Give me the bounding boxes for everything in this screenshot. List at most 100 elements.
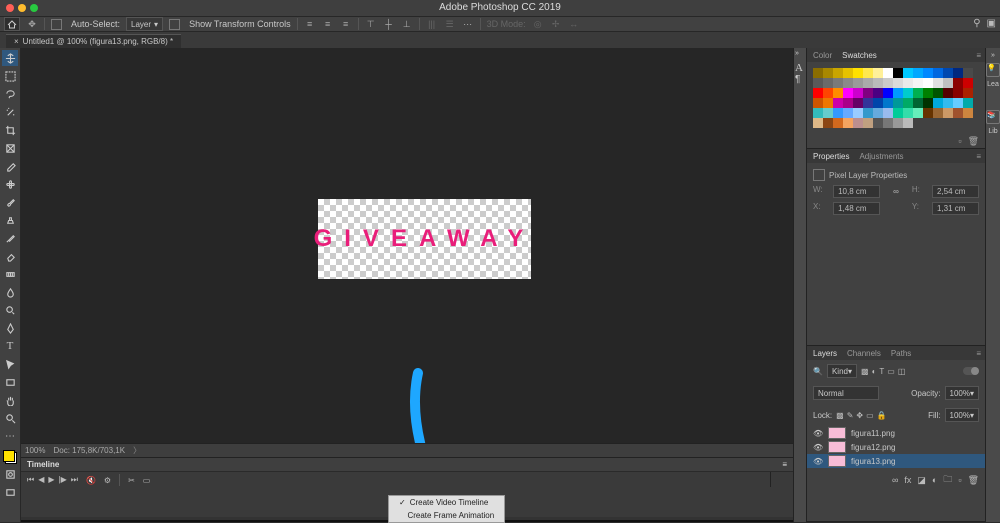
auto-select-dropdown[interactable]: Layer▾: [126, 17, 163, 31]
dodge-tool[interactable]: [2, 302, 18, 318]
opacity-field[interactable]: 100% ▾: [945, 386, 979, 400]
layer-row[interactable]: 👁figura13.png: [807, 454, 985, 468]
paragraph-panel-icon[interactable]: ¶: [795, 74, 805, 84]
swatch[interactable]: [883, 98, 893, 108]
magic-wand-tool[interactable]: [2, 104, 18, 120]
zoom-level[interactable]: 100%: [25, 446, 45, 455]
properties-tab[interactable]: Properties: [813, 152, 849, 161]
swatch[interactable]: [963, 98, 973, 108]
lock-all-icon[interactable]: ▩: [836, 411, 844, 420]
layer-row[interactable]: 👁figura12.png: [807, 440, 985, 454]
swatch[interactable]: [843, 78, 853, 88]
swatch[interactable]: [953, 98, 963, 108]
swatch[interactable]: [833, 78, 843, 88]
swatch[interactable]: [873, 108, 883, 118]
align-bottom-icon[interactable]: ⊥: [401, 18, 413, 30]
swatch[interactable]: [823, 98, 833, 108]
layer-style-icon[interactable]: fx: [904, 475, 911, 485]
align-right-icon[interactable]: ≡: [340, 18, 352, 30]
swatch[interactable]: [903, 78, 913, 88]
swatch[interactable]: [873, 68, 883, 78]
swatch[interactable]: [823, 68, 833, 78]
swatch[interactable]: [833, 88, 843, 98]
swatch[interactable]: [813, 108, 823, 118]
swatch[interactable]: [953, 68, 963, 78]
swatch[interactable]: [873, 88, 883, 98]
distribute-v-icon[interactable]: ☰: [444, 18, 456, 30]
swatches-grid[interactable]: [807, 62, 985, 134]
visibility-icon[interactable]: 👁: [813, 443, 823, 452]
filter-toggle[interactable]: [963, 367, 979, 375]
swatch[interactable]: [893, 98, 903, 108]
close-window-dot[interactable]: [6, 4, 14, 12]
align-top-icon[interactable]: ⊤: [365, 18, 377, 30]
eraser-tool[interactable]: [2, 248, 18, 264]
swatch[interactable]: [963, 68, 973, 78]
blend-mode-dropdown[interactable]: Normal: [813, 386, 879, 400]
swatch[interactable]: [903, 88, 913, 98]
swatch[interactable]: [923, 108, 933, 118]
swatch[interactable]: [893, 118, 903, 128]
swatch[interactable]: [953, 88, 963, 98]
swatch[interactable]: [863, 108, 873, 118]
swatch[interactable]: [813, 68, 823, 78]
zoom-tool[interactable]: [2, 410, 18, 426]
split-icon[interactable]: ✂: [128, 476, 135, 485]
blur-tool[interactable]: [2, 284, 18, 300]
swatch[interactable]: [963, 88, 973, 98]
swatch[interactable]: [913, 98, 923, 108]
swatch[interactable]: [883, 118, 893, 128]
swatch[interactable]: [813, 88, 823, 98]
frame-tool[interactable]: [2, 140, 18, 156]
workspace-icon[interactable]: ▣: [987, 18, 996, 29]
swatch[interactable]: [933, 108, 943, 118]
crop-tool[interactable]: [2, 122, 18, 138]
align-middle-icon[interactable]: ┼: [383, 18, 395, 30]
swatch[interactable]: [943, 68, 953, 78]
create-video-timeline-option[interactable]: ✓Create Video Timeline: [389, 496, 504, 509]
swatch[interactable]: [863, 88, 873, 98]
swatch[interactable]: [943, 108, 953, 118]
swatch[interactable]: [933, 78, 943, 88]
swatch[interactable]: [933, 68, 943, 78]
expand-icon[interactable]: »: [991, 52, 995, 59]
swatch[interactable]: [883, 108, 893, 118]
swatch[interactable]: [853, 68, 863, 78]
swatch[interactable]: [833, 108, 843, 118]
swatch[interactable]: [923, 98, 933, 108]
swatch[interactable]: [953, 108, 963, 118]
align-center-icon[interactable]: ≡: [322, 18, 334, 30]
swatch[interactable]: [843, 88, 853, 98]
filter-type-icon[interactable]: T: [879, 367, 884, 376]
panel-menu-icon[interactable]: ≡: [976, 51, 985, 60]
swatch[interactable]: [823, 88, 833, 98]
filter-smart-icon[interactable]: ◫: [898, 367, 906, 376]
audio-icon[interactable]: 🔇: [86, 476, 96, 485]
swatch[interactable]: [873, 118, 883, 128]
next-frame-icon[interactable]: |▶: [59, 475, 67, 485]
swatch[interactable]: [863, 98, 873, 108]
visibility-icon[interactable]: 👁: [813, 457, 823, 466]
swatch[interactable]: [833, 118, 843, 128]
filter-pixel-icon[interactable]: ▩: [861, 367, 869, 376]
document-tab[interactable]: × Untitled1 @ 100% (figura13.png, RGB/8)…: [6, 34, 181, 48]
swatch[interactable]: [853, 98, 863, 108]
swatch[interactable]: [873, 98, 883, 108]
swatch[interactable]: [833, 98, 843, 108]
swatch[interactable]: [933, 88, 943, 98]
prev-frame-icon[interactable]: ◀: [38, 475, 44, 485]
swatch[interactable]: [823, 78, 833, 88]
panel-menu-icon[interactable]: ≡: [976, 152, 985, 161]
swatch[interactable]: [853, 118, 863, 128]
swatch[interactable]: [813, 98, 823, 108]
swatch[interactable]: [833, 68, 843, 78]
zoom-window-dot[interactable]: [30, 4, 38, 12]
transition-icon[interactable]: ▭: [143, 476, 151, 485]
swatch[interactable]: [953, 78, 963, 88]
hand-tool[interactable]: [2, 392, 18, 408]
layer-thumbnail[interactable]: [828, 427, 846, 439]
swatch[interactable]: [843, 118, 853, 128]
x-field[interactable]: 1,48 cm: [833, 202, 880, 215]
create-frame-animation-option[interactable]: Create Frame Animation: [389, 509, 504, 522]
timeline-settings-icon[interactable]: ⚙: [104, 476, 111, 485]
